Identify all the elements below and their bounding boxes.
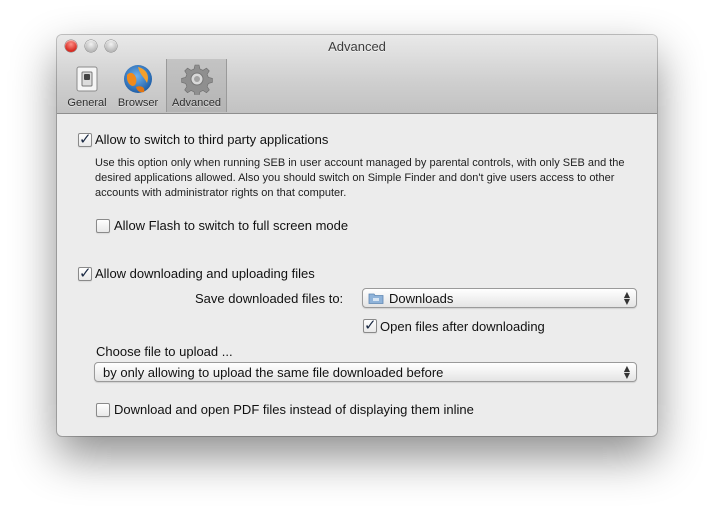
folder-icon xyxy=(368,292,384,304)
toolbar-browser[interactable]: Browser xyxy=(114,59,162,112)
browser-globe-icon xyxy=(122,63,154,95)
save-to-label: Save downloaded files to: xyxy=(195,291,344,306)
window-title: Advanced xyxy=(328,39,386,54)
toolbar-general[interactable]: General xyxy=(65,59,109,112)
open-after-download-checkbox[interactable] xyxy=(363,316,377,334)
flash-fullscreen-label: Allow Flash to switch to full screen mod… xyxy=(114,218,349,233)
download-upload-checkbox[interactable] xyxy=(78,264,92,282)
choose-upload-popup[interactable]: by only allowing to upload the same file… xyxy=(94,362,637,382)
toolbar-advanced[interactable]: Advanced xyxy=(166,59,227,112)
preferences-window: Advanced General Browser Advanced ✓ Allo… xyxy=(57,35,657,436)
third-party-checkbox[interactable] xyxy=(78,130,92,148)
toolbar-advanced-label: Advanced xyxy=(172,97,221,109)
choose-upload-label: Choose file to upload ... xyxy=(96,344,233,359)
save-to-value: Downloads xyxy=(389,291,454,306)
pdf-inline-label: Download and open PDF files instead of d… xyxy=(114,402,474,417)
title-bar: Advanced General Browser Advanced xyxy=(57,35,657,114)
popup-arrows-icon: ▲ ▼ xyxy=(623,364,630,380)
gear-icon xyxy=(180,63,213,97)
flash-fullscreen-checkbox[interactable] xyxy=(96,219,110,233)
download-upload-label: Allow downloading and uploading files xyxy=(95,266,315,281)
switch-icon xyxy=(71,63,103,95)
advanced-pane: Allow to switch to third party applicati… xyxy=(57,114,657,436)
open-after-download-label: Open files after downloading xyxy=(380,319,545,334)
pdf-inline-checkbox[interactable] xyxy=(96,403,110,417)
third-party-label: Allow to switch to third party applicati… xyxy=(95,132,329,147)
toolbar-browser-label: Browser xyxy=(117,97,159,109)
third-party-help-text: Use this option only when running SEB in… xyxy=(95,157,625,199)
save-to-popup[interactable]: Downloads ▲ ▼ xyxy=(362,288,637,308)
choose-upload-value: by only allowing to upload the same file… xyxy=(103,365,444,380)
toolbar-general-label: General xyxy=(67,97,107,109)
popup-arrows-icon: ▲ ▼ xyxy=(623,290,630,306)
